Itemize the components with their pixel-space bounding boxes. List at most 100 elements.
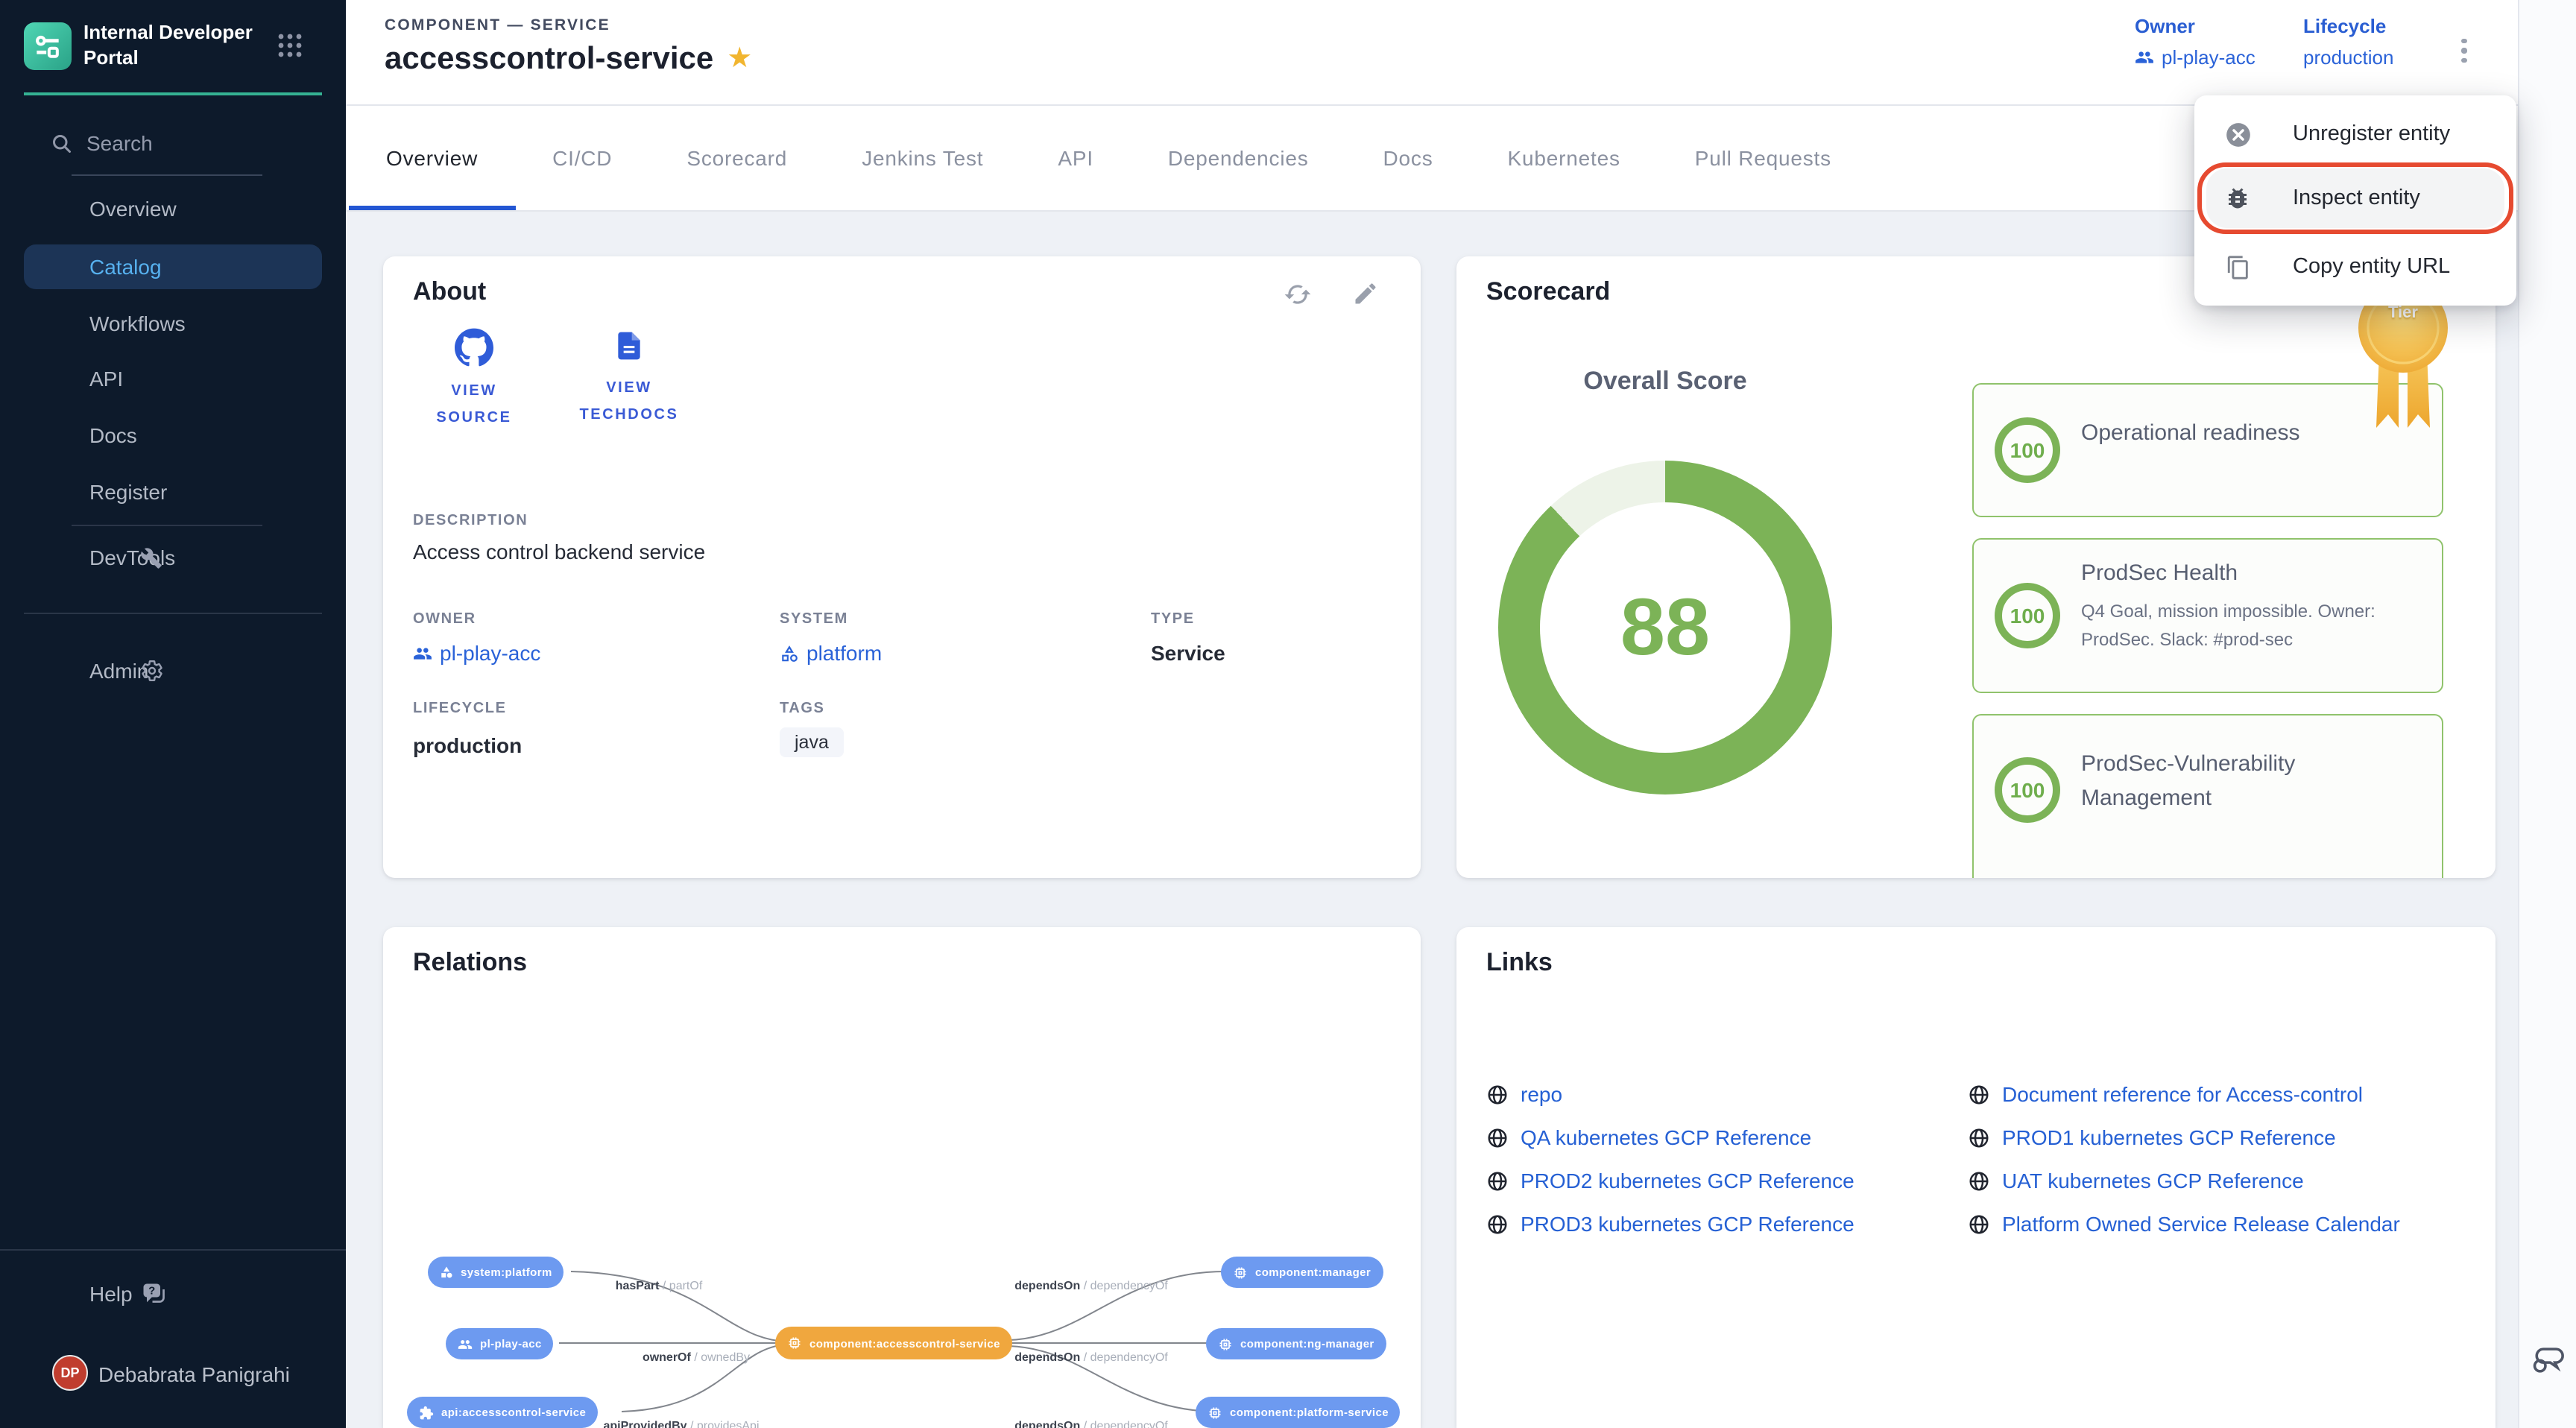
chip-icon [1208, 1405, 1222, 1420]
cancel-icon [2221, 120, 2254, 148]
sidebar-item-label: Overview [89, 197, 177, 221]
tab-api[interactable]: API [1020, 106, 1131, 210]
link-prod2-k8s[interactable]: PROD2 kubernetes GCP Reference [1486, 1169, 1854, 1192]
lifecycle-meta: Lifecycle production [2303, 15, 2393, 69]
links-card-title: Links [1486, 948, 1553, 978]
link-prod3-k8s[interactable]: PROD3 kubernetes GCP Reference [1486, 1212, 1854, 1236]
app-logo[interactable] [24, 22, 72, 70]
system-icon [440, 1266, 453, 1279]
scroll-gutter[interactable] [2518, 0, 2576, 1428]
refresh-icon[interactable] [1284, 280, 1312, 316]
owner-link[interactable]: pl-play-acc [2135, 46, 2255, 69]
owner-meta: Owner pl-play-acc [2135, 15, 2255, 69]
globe-icon [1486, 1083, 1509, 1105]
relation-node-component-ng-manager[interactable]: component:ng-manager [1206, 1328, 1386, 1359]
search-underline [72, 174, 262, 176]
relations-card: Relations hasPart / partOf dependsOn / d… [383, 927, 1421, 1428]
edit-pencil-icon[interactable] [1352, 280, 1379, 315]
entity-kind-breadcrumb: COMPONENT — SERVICE [385, 16, 610, 34]
link-qa-k8s[interactable]: QA kubernetes GCP Reference [1486, 1125, 1811, 1149]
tab-docs[interactable]: Docs [1346, 106, 1471, 210]
score-item-prodsec-vulnerability[interactable]: 100 ProdSec-Vulnerability Management [1972, 714, 2443, 878]
tags-field-label: TAGS [780, 701, 825, 717]
relation-node-component-manager[interactable]: component:manager [1221, 1257, 1383, 1288]
menu-item-unregister-entity[interactable]: Unregister entity [2206, 104, 2504, 164]
sidebar-item-api[interactable]: API [0, 359, 346, 398]
search-placeholder: Search [86, 131, 153, 155]
entity-context-menu: Unregister entity Inspect entity Copy en… [2194, 95, 2516, 306]
avatar[interactable]: DP [52, 1355, 88, 1391]
owner-field-label: OWNER [413, 611, 476, 628]
link-doc-reference[interactable]: Document reference for Access-control [1968, 1082, 2363, 1106]
sidebar-item-admin[interactable]: Admin [0, 651, 346, 690]
techdocs-icon [613, 328, 645, 364]
chip-icon [1218, 1336, 1233, 1351]
globe-icon [1486, 1213, 1509, 1235]
relation-node-system-platform[interactable]: system:platform [428, 1257, 564, 1288]
entity-tabs: Overview CI/CD Scorecard Jenkins Test AP… [346, 106, 2518, 212]
sidebar-item-docs[interactable]: Docs [0, 416, 346, 455]
score-item-prodsec-health[interactable]: 100 ProdSec Health Q4 Goal, mission impo… [1972, 538, 2443, 693]
sidebar-item-help[interactable]: ? Help [0, 1274, 346, 1313]
owner-label: Owner [2135, 15, 2255, 37]
group-icon [2135, 48, 2154, 67]
relation-node-pl-play-acc[interactable]: pl-play-acc [446, 1328, 554, 1359]
tab-kubernetes[interactable]: Kubernetes [1471, 106, 1658, 210]
sidebar-search[interactable]: Search [51, 131, 153, 155]
group-icon [413, 643, 432, 663]
owner-field-link[interactable]: pl-play-acc [413, 641, 540, 665]
view-source-link[interactable]: VIEW SOURCE [419, 328, 529, 432]
chip-icon [1233, 1265, 1248, 1280]
sidebar-item-register[interactable]: Register [0, 473, 346, 511]
sidebar-item-workflows[interactable]: Workflows [0, 304, 346, 343]
sidebar-item-label: Docs [89, 423, 137, 447]
menu-item-label: Unregister entity [2293, 122, 2450, 146]
tab-jenkins-test[interactable]: Jenkins Test [824, 106, 1020, 210]
tag-chip[interactable]: java [780, 727, 844, 757]
link-uat-k8s[interactable]: UAT kubernetes GCP Reference [1968, 1169, 2304, 1192]
link-repo[interactable]: repo [1486, 1082, 1562, 1106]
sliders-logo-icon [31, 30, 64, 63]
relation-node-component-platform-service[interactable]: component:platform-service [1196, 1397, 1401, 1428]
edge-label: apiProvidedBy / providesApi [584, 1419, 778, 1428]
favorite-star-icon[interactable]: ★ [727, 41, 752, 75]
sidebar-item-catalog[interactable]: Catalog [24, 244, 322, 289]
about-quick-links: VIEW SOURCE VIEW TECHDOCS [419, 328, 684, 432]
sidebar-item-label: Register [89, 480, 167, 504]
sidebar-divider [72, 525, 262, 526]
entity-more-menu-button[interactable] [2451, 24, 2478, 78]
overall-score-label: Overall Score [1516, 367, 1814, 397]
tab-overview[interactable]: Overview [349, 106, 515, 210]
feedback-chat-icon[interactable] [2528, 1342, 2569, 1389]
wrench-icon [140, 546, 162, 569]
globe-icon [1968, 1213, 1990, 1235]
description-value: Access control backend service [413, 540, 705, 563]
tab-cicd[interactable]: CI/CD [515, 106, 649, 210]
score-value-badge: 100 [1995, 757, 2060, 823]
apps-grid-icon[interactable] [277, 33, 303, 66]
menu-item-inspect-entity[interactable]: Inspect entity [2206, 168, 2504, 228]
edge-label: hasPart / partOf [562, 1279, 756, 1292]
relation-node-component-accesscontrol-service[interactable]: component:accesscontrol-service [775, 1327, 1012, 1359]
scorecard-card: Scorecard Overall Score 88 100 Operation… [1456, 256, 2496, 878]
tab-pull-requests[interactable]: Pull Requests [1658, 106, 1869, 210]
link-release-calendar[interactable]: Platform Owned Service Release Calendar [1968, 1212, 2400, 1236]
sidebar-item-overview[interactable]: Overview [0, 189, 346, 228]
view-techdocs-link[interactable]: VIEW TECHDOCS [574, 328, 684, 432]
link-prod1-k8s[interactable]: PROD1 kubernetes GCP Reference [1968, 1125, 2336, 1149]
globe-icon [1968, 1169, 1990, 1192]
entity-name: accesscontrol-service [385, 42, 713, 78]
sidebar-item-label: Help [89, 1282, 133, 1306]
relation-node-api-accesscontrol-service[interactable]: api:accesscontrol-service [407, 1397, 598, 1428]
lifecycle-field-label: LIFECYCLE [413, 701, 507, 717]
search-icon [51, 132, 73, 154]
type-field-value: Service [1151, 641, 1225, 665]
menu-item-copy-entity-url[interactable]: Copy entity URL [2206, 237, 2504, 297]
tab-scorecard[interactable]: Scorecard [649, 106, 824, 210]
chip-icon [787, 1336, 802, 1350]
sidebar-item-devtools[interactable]: DevTools [0, 538, 346, 577]
system-field-link[interactable]: platform [780, 641, 882, 665]
sidebar-divider [24, 613, 322, 614]
lifecycle-label: Lifecycle [2303, 15, 2393, 37]
tab-dependencies[interactable]: Dependencies [1131, 106, 1346, 210]
